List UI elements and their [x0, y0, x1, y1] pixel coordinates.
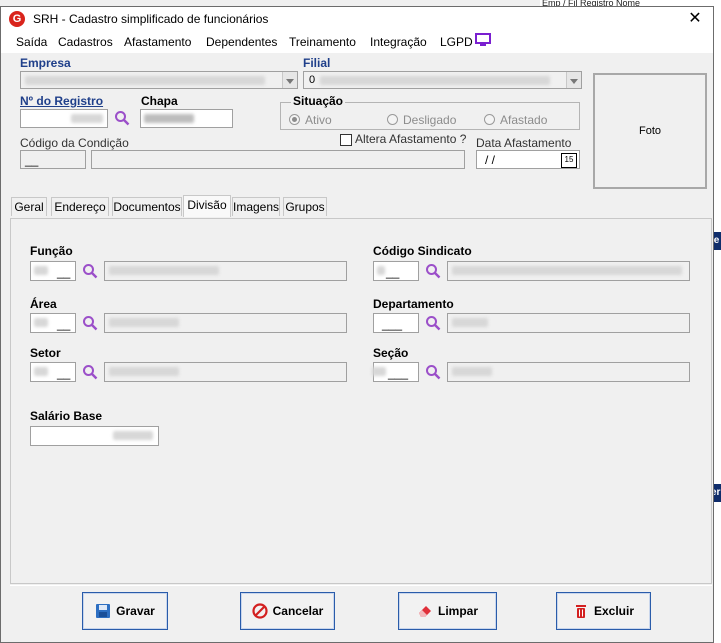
search-icon[interactable]: [82, 315, 98, 331]
search-icon[interactable]: [425, 263, 441, 279]
setor-code-input[interactable]: __: [30, 362, 76, 382]
search-icon[interactable]: [82, 263, 98, 279]
limpar-button[interactable]: Limpar: [398, 592, 497, 630]
menu-integracao[interactable]: Integração: [370, 35, 427, 49]
chevron-down-icon[interactable]: [282, 72, 297, 88]
eraser-icon: [418, 606, 431, 617]
codigo-sindicato-label: Código Sindicato: [373, 244, 472, 258]
window-title: SRH - Cadastro simplificado de funcionár…: [33, 12, 269, 26]
registro-input[interactable]: [20, 109, 108, 128]
search-icon[interactable]: [82, 364, 98, 380]
search-icon[interactable]: [114, 110, 130, 126]
departamento-label: Departamento: [373, 297, 454, 311]
menu-lgpd[interactable]: LGPD: [440, 35, 473, 49]
menu-afastamento[interactable]: Afastamento: [124, 35, 191, 49]
altera-afastamento-label: Altera Afastamento ?: [355, 132, 467, 146]
data-afastamento-label: Data Afastamento: [476, 136, 572, 150]
menu-saida[interactable]: Saída: [16, 35, 47, 49]
cancelar-button[interactable]: Cancelar: [240, 592, 335, 630]
tab-geral[interactable]: Geral: [11, 197, 47, 216]
cancel-icon: [252, 603, 268, 619]
codigo-condicao-input[interactable]: __: [20, 150, 86, 169]
tab-divisao[interactable]: Divisão: [183, 195, 231, 217]
tab-documentos[interactable]: Documentos: [112, 197, 182, 216]
search-icon[interactable]: [425, 315, 441, 331]
filial-combobox[interactable]: 0: [303, 71, 582, 89]
area-label: Área: [30, 297, 57, 311]
chapa-input[interactable]: [140, 109, 233, 128]
menu-dependentes[interactable]: Dependentes: [206, 35, 277, 49]
title-bar: G SRH - Cadastro simplificado de funcion…: [1, 7, 713, 31]
secao-label: Seção: [373, 346, 409, 360]
filial-value: 0: [309, 74, 316, 86]
search-icon[interactable]: [425, 364, 441, 380]
app-logo-icon: G: [9, 11, 25, 27]
main-window: G SRH - Cadastro simplificado de funcion…: [0, 6, 714, 643]
sindicato-description-field: [447, 261, 690, 281]
secao-code-input[interactable]: ___: [372, 362, 419, 382]
empresa-combobox[interactable]: [20, 71, 298, 89]
funcao-label: Função: [30, 244, 73, 258]
condicao-description-field: [91, 150, 465, 169]
codigo-condicao-label: Código da Condição: [20, 136, 129, 150]
altera-afastamento-checkbox[interactable]: [340, 134, 352, 146]
menu-cadastros[interactable]: Cadastros: [58, 35, 113, 49]
close-icon[interactable]: ✕: [683, 9, 707, 29]
funcao-description-field: [104, 261, 347, 281]
filial-label: Filial: [303, 56, 331, 70]
radio-desligado[interactable]: Desligado: [387, 113, 456, 127]
floppy-disk-icon: [96, 604, 111, 618]
data-afastamento-input[interactable]: / / 15: [476, 150, 580, 169]
photo-box[interactable]: Foto: [593, 73, 707, 189]
setor-description-field: [104, 362, 347, 382]
menu-bar: Saída Cadastros Afastamento Dependentes …: [1, 31, 713, 53]
departamento-description-field: [447, 313, 690, 333]
funcao-code-input[interactable]: __: [30, 261, 76, 281]
salario-base-label: Salário Base: [30, 409, 103, 423]
tab-imagens[interactable]: Imagens: [232, 197, 280, 216]
setor-label: Setor: [30, 346, 61, 360]
salario-base-input[interactable]: [30, 426, 159, 446]
radio-ativo[interactable]: Ativo: [289, 113, 332, 127]
tab-grupos[interactable]: Grupos: [283, 197, 327, 216]
menu-treinamento[interactable]: Treinamento: [289, 35, 356, 49]
radio-afastado[interactable]: Afastado: [484, 113, 547, 127]
departamento-code-input[interactable]: ___: [373, 313, 419, 333]
monitor-icon[interactable]: [475, 33, 491, 47]
divisao-panel: Função __ Área __ Setor __ Salário Base …: [10, 218, 712, 584]
excluir-button[interactable]: Excluir: [556, 592, 651, 630]
chapa-label: Chapa: [141, 94, 178, 108]
chevron-down-icon[interactable]: [566, 72, 581, 88]
area-description-field: [104, 313, 347, 333]
calendar-icon[interactable]: 15: [561, 153, 577, 168]
gravar-button[interactable]: Gravar: [82, 592, 168, 630]
empresa-label: Empresa: [20, 56, 71, 70]
registro-label: Nº do Registro: [20, 94, 104, 108]
tab-endereco[interactable]: Endereço: [51, 197, 109, 216]
sindicato-code-input[interactable]: __: [373, 261, 419, 281]
area-code-input[interactable]: __: [30, 313, 76, 333]
footer-divider: [10, 585, 712, 586]
situacao-label: Situação: [291, 94, 346, 108]
trash-icon: [575, 605, 586, 618]
secao-description-field: [447, 362, 690, 382]
situacao-group: Situação Ativo Desligado Afastado: [280, 94, 580, 130]
